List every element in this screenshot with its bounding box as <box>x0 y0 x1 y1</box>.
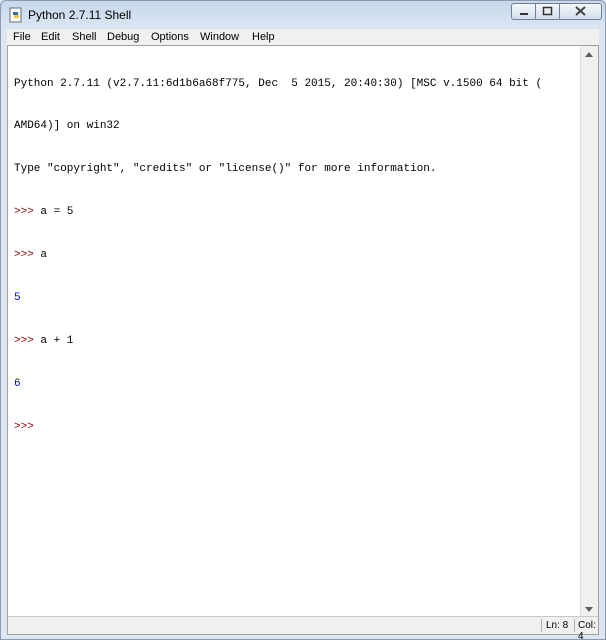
console-line: AMD64)] on win32 <box>14 120 120 133</box>
shell-prompt: >>> <box>14 334 41 347</box>
status-separator <box>574 619 575 632</box>
close-button[interactable] <box>559 3 602 20</box>
idle-shell-window: Python 2.7.11 Shell File Edit Shell Debu… <box>0 0 606 640</box>
status-bar: Ln: 8 Col: 4 <box>8 616 598 639</box>
console-line: Python 2.7.11 (v2.7.11:6d1b6a68f775, Dec… <box>14 77 543 90</box>
console-line: >>> a = 5 <box>14 205 580 219</box>
title-bar[interactable]: Python 2.7.11 Shell <box>1 1 605 29</box>
menu-file[interactable]: File <box>13 30 31 44</box>
console-result: 5 <box>14 292 21 305</box>
maximize-button[interactable] <box>535 3 560 20</box>
console-line: >>> a <box>14 248 580 262</box>
menu-shell[interactable]: Shell <box>72 30 96 44</box>
minimize-icon <box>520 13 528 15</box>
menu-edit[interactable]: Edit <box>41 30 60 44</box>
scroll-down-icon[interactable] <box>585 607 593 612</box>
shell-prompt: >>> <box>14 206 41 219</box>
shell-input: a + 1 <box>40 334 74 347</box>
shell-prompt: >>> <box>14 420 41 433</box>
menu-window[interactable]: Window <box>200 30 239 44</box>
menu-bar: File Edit Shell Debug Options Window Hel… <box>7 29 599 45</box>
status-separator <box>541 619 542 632</box>
shell-prompt: >>> <box>14 249 41 262</box>
scroll-up-icon[interactable] <box>585 52 593 57</box>
vertical-scrollbar[interactable] <box>580 46 598 618</box>
console-line: Type "copyright", "credits" or "license(… <box>14 163 437 176</box>
window-title: Python 2.7.11 Shell <box>28 8 132 22</box>
menu-options[interactable]: Options <box>151 30 189 44</box>
status-line: Ln: 8 <box>546 620 569 631</box>
shell-input: a <box>40 249 48 262</box>
close-icon <box>575 6 586 16</box>
console-result: 6 <box>14 377 21 390</box>
console-line: >>> a + 1 <box>14 334 580 348</box>
python-file-icon <box>9 7 22 23</box>
status-col: Col: 4 <box>578 620 596 640</box>
maximize-icon <box>542 6 553 16</box>
shell-console[interactable]: Python 2.7.11 (v2.7.11:6d1b6a68f775, Dec… <box>14 48 580 618</box>
menu-debug[interactable]: Debug <box>107 30 139 44</box>
minimize-button[interactable] <box>511 3 536 20</box>
shell-input: a = 5 <box>40 206 74 219</box>
menu-help[interactable]: Help <box>252 30 275 44</box>
shell-client-area: Python 2.7.11 (v2.7.11:6d1b6a68f775, Dec… <box>7 45 599 639</box>
console-line: >>> <box>14 420 580 434</box>
